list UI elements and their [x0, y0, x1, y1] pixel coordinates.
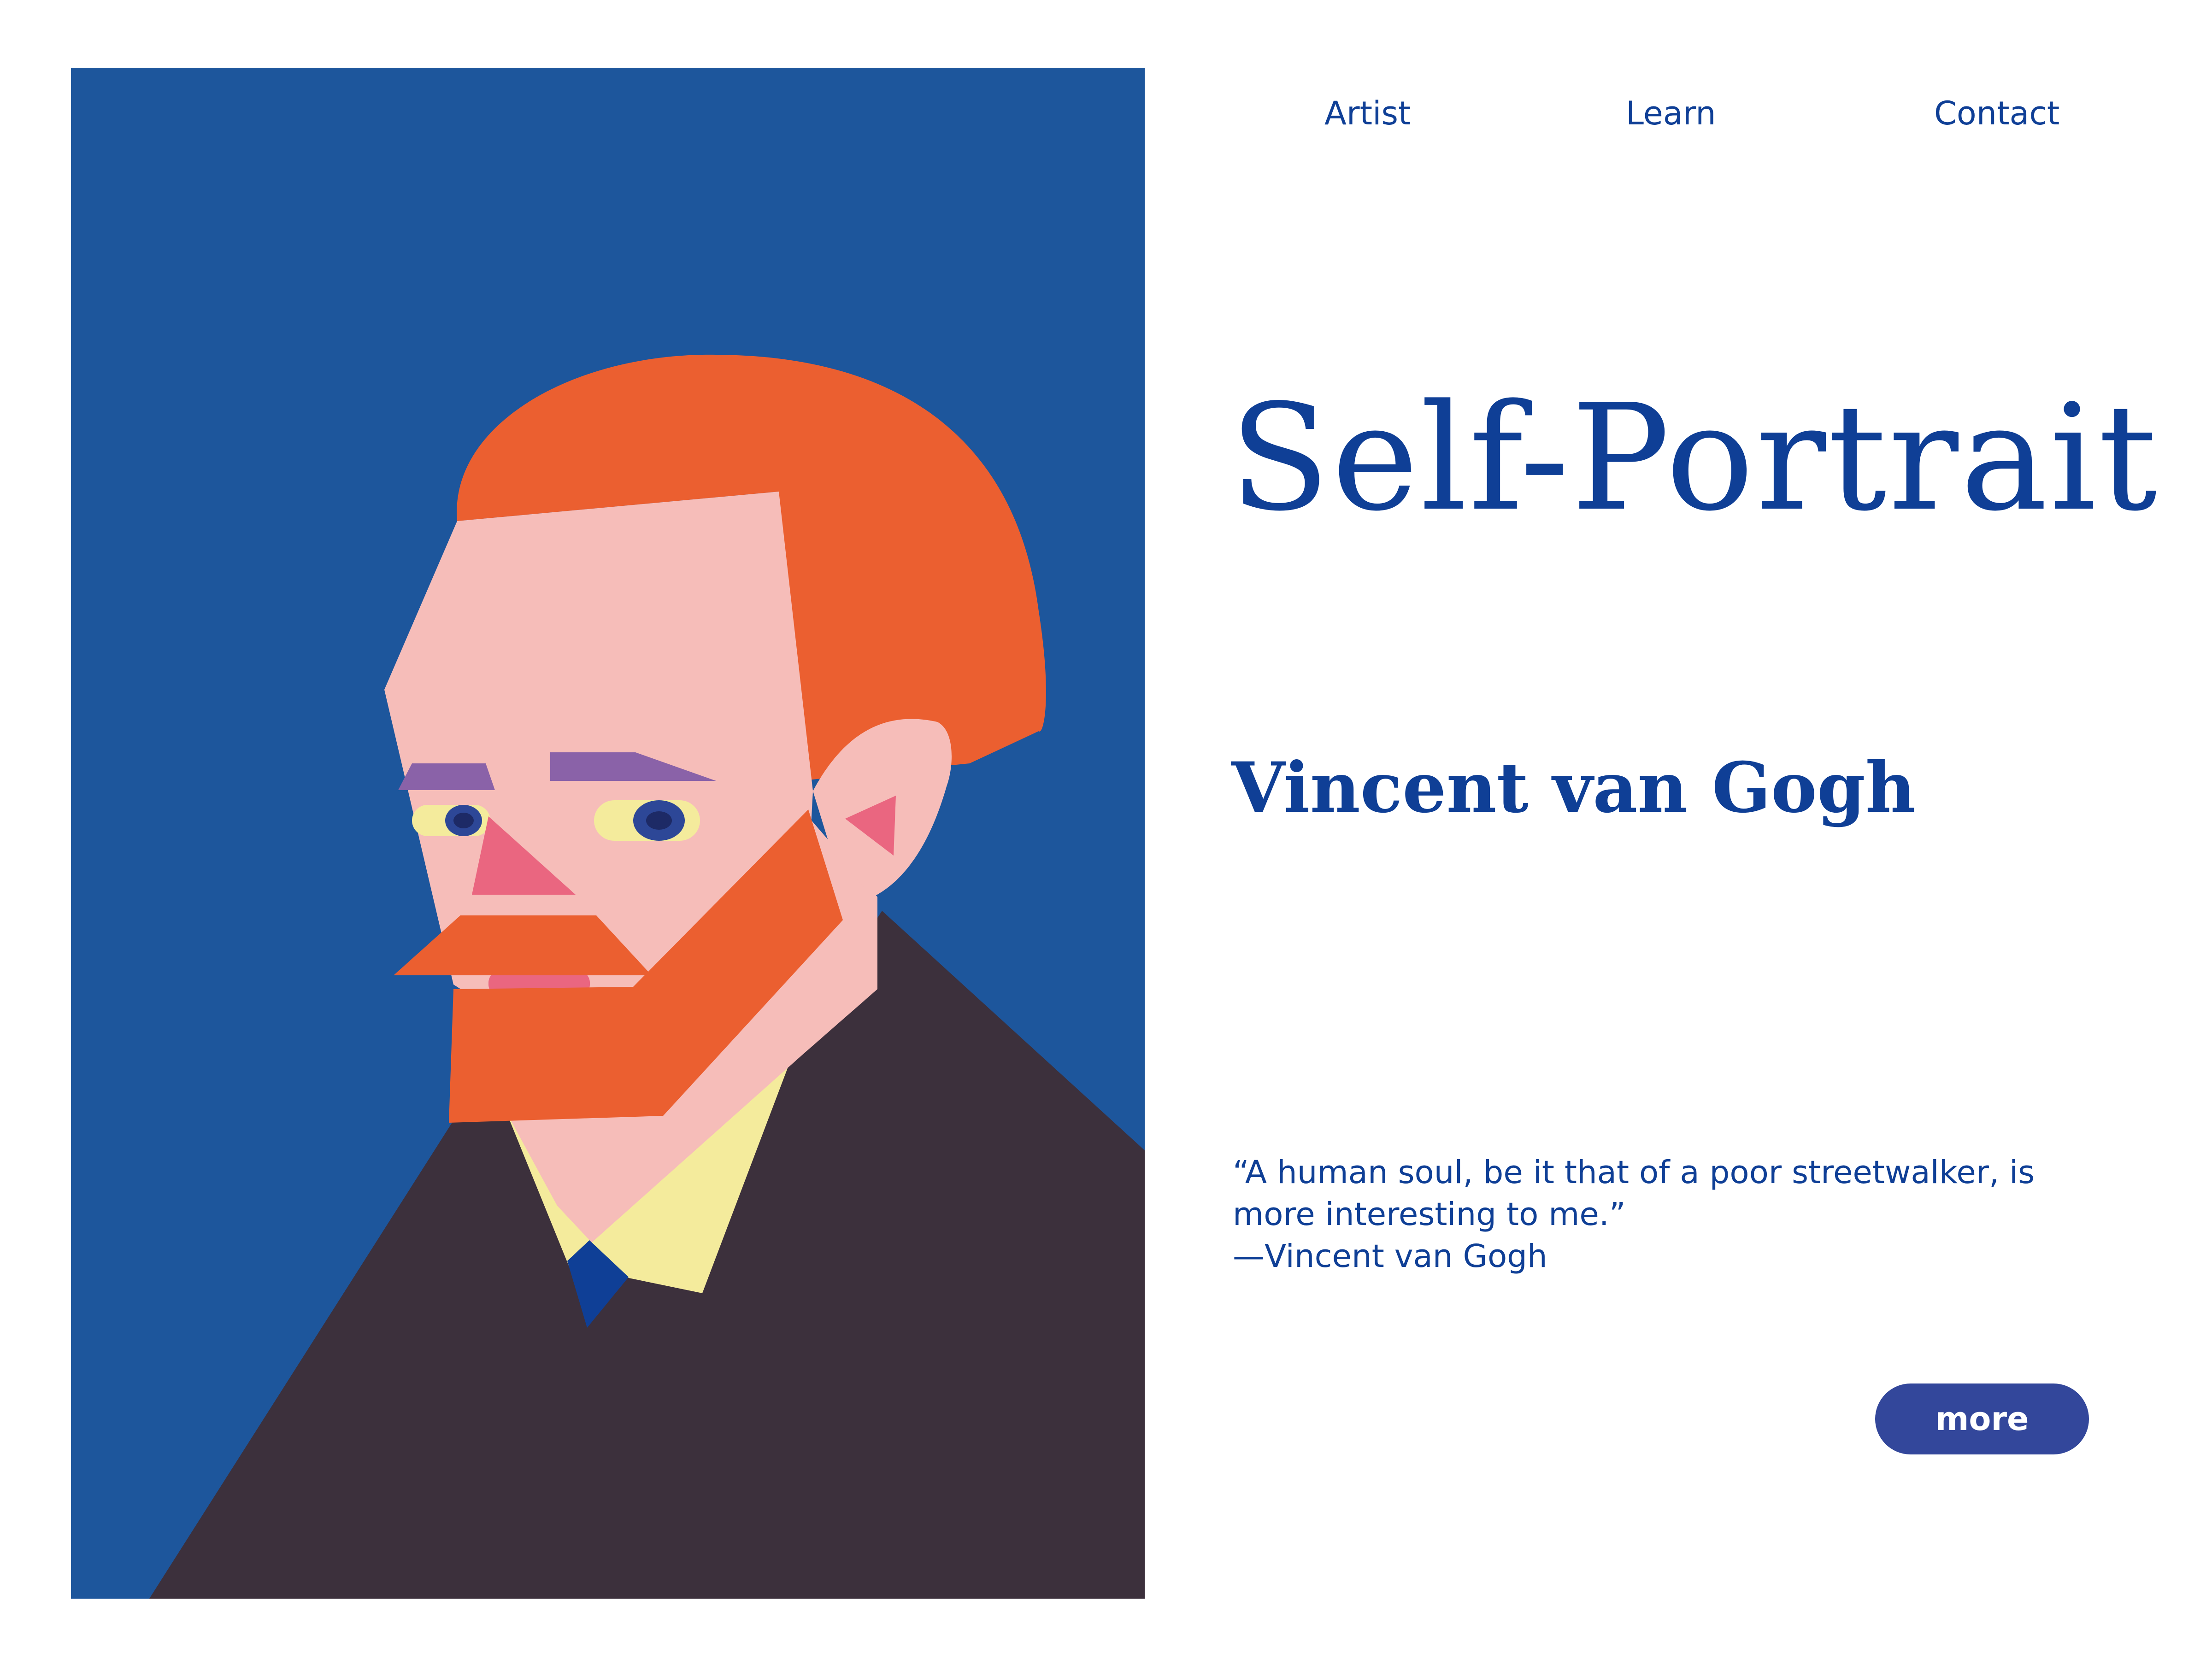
- page-title: Self-Portrait: [1230, 373, 2159, 543]
- quote: “A human soul, be it that of a poor stre…: [1233, 1152, 2108, 1278]
- quote-attribution: —Vincent van Gogh: [1233, 1238, 1547, 1275]
- page: Artist Learn Contact Self-Portrait Vince…: [0, 0, 2212, 1659]
- portrait-brow-left: [398, 763, 495, 790]
- portrait-illustration: [71, 68, 1145, 1599]
- artist-name: Vincent van Gogh: [1231, 747, 1916, 828]
- nav-link-contact[interactable]: Contact: [1934, 90, 2059, 136]
- quote-line-1: “A human soul, be it that of a poor stre…: [1233, 1154, 2035, 1191]
- nav-link-learn[interactable]: Learn: [1626, 90, 1716, 136]
- nav-link-artist[interactable]: Artist: [1324, 90, 1411, 136]
- portrait-eye-right-pupil: [646, 811, 672, 830]
- portrait-eye-left-pupil: [453, 813, 474, 828]
- portrait-svg: [71, 68, 1145, 1599]
- quote-line-2: more interesting to me.”: [1233, 1196, 1626, 1233]
- more-button[interactable]: more: [1875, 1383, 2089, 1454]
